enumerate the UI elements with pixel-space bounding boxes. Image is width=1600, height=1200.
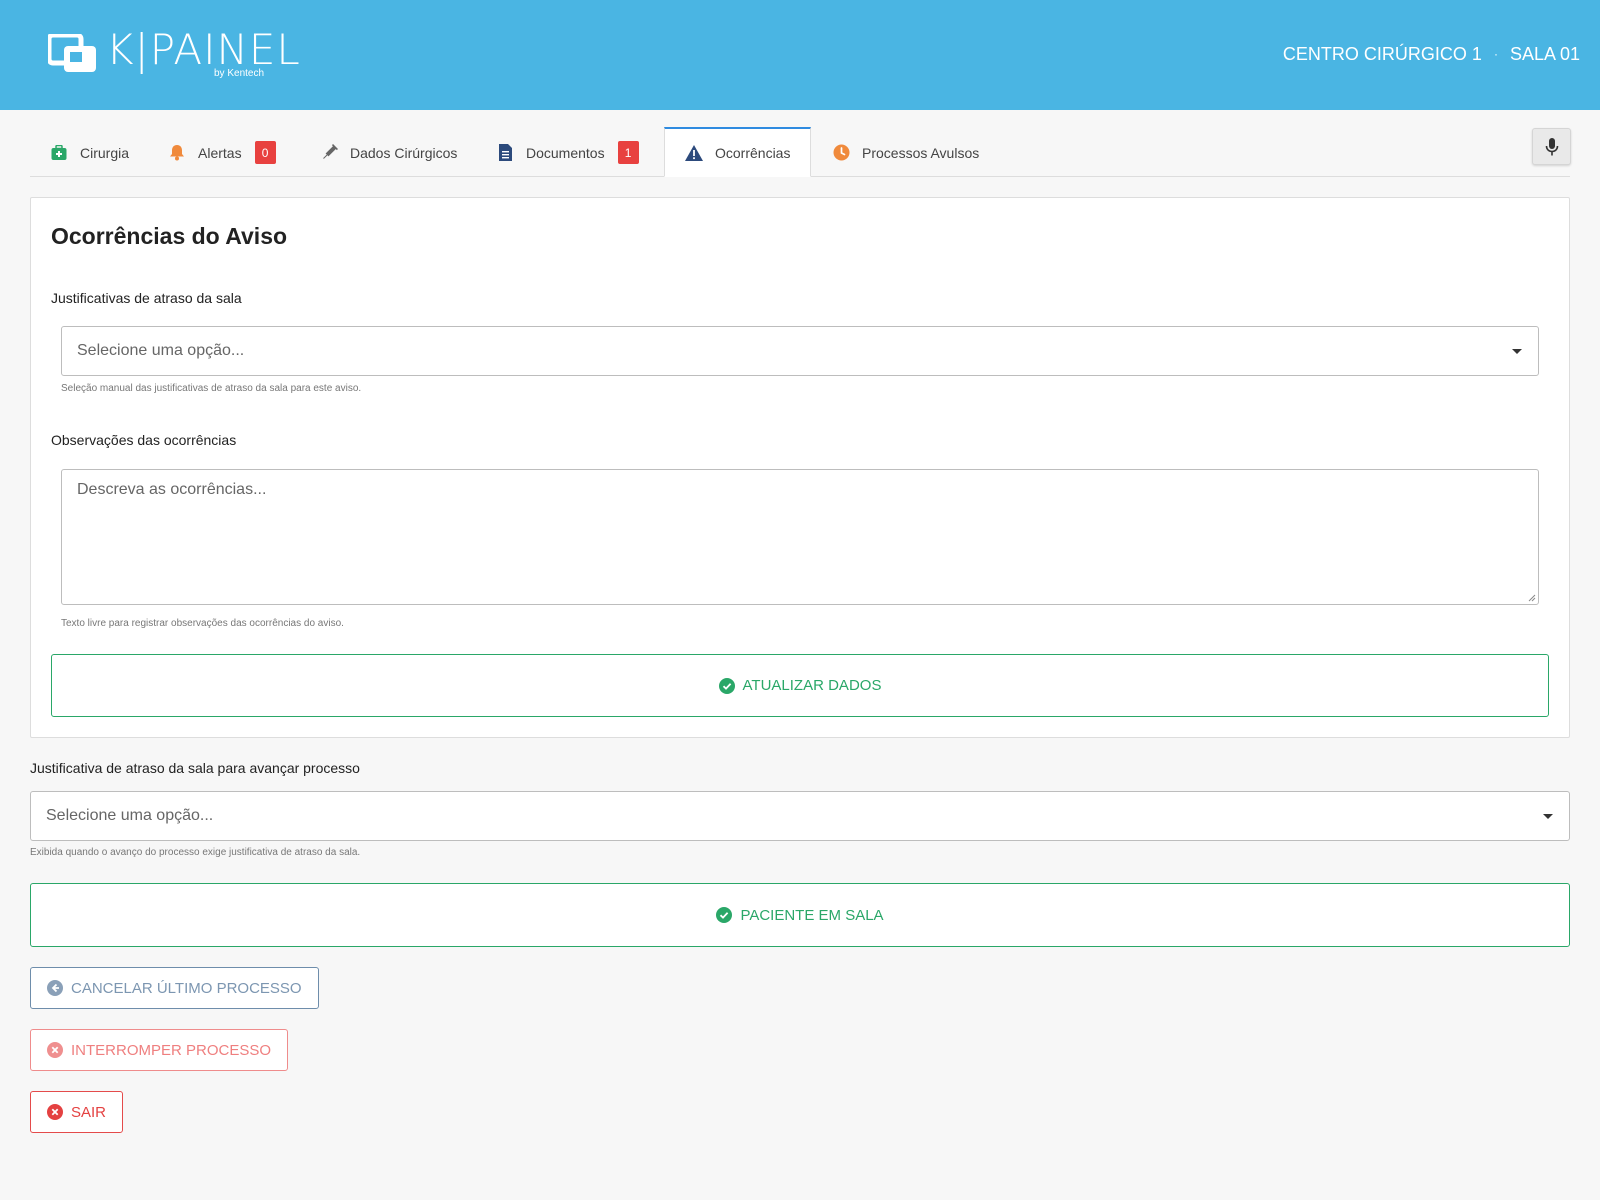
tab-label: Cirurgia	[80, 144, 130, 161]
alert-count-badge: 0	[254, 141, 276, 164]
check-circle-icon	[718, 677, 735, 694]
warning-icon	[685, 144, 703, 162]
tab-label: Dados Cirúrgicos	[350, 144, 458, 161]
select-placeholder: Selecione uma opção...	[46, 807, 214, 824]
app-header: K|PAINEL by Kentech CENTRO CIRÚRGICO 1 ·…	[0, 0, 1600, 110]
advance-justification-select[interactable]: Selecione uma opção...	[30, 791, 1570, 841]
room-label: SALA 01	[1509, 44, 1580, 64]
location-separator: ·	[1493, 47, 1498, 61]
button-label: INTERROMPER PROCESSO	[71, 1041, 272, 1059]
page-title: Ocorrências do Aviso	[51, 223, 288, 249]
surgical-center-label: CENTRO CIRÚRGICO 1	[1282, 44, 1482, 64]
button-label: PACIENTE EM SALA	[740, 906, 884, 924]
resize-handle-icon[interactable]	[1528, 594, 1536, 602]
chevron-down-icon	[1512, 349, 1522, 354]
tab-dados-cirurgicos[interactable]: Dados Cirúrgicos	[320, 128, 457, 177]
tab-alertas[interactable]: Alertas 0	[168, 128, 276, 177]
advance-justification-help: Exibida quando o avanço do processo exig…	[30, 847, 361, 858]
select-placeholder: Selecione uma opção...	[77, 342, 245, 359]
tab-bar: Cirurgia Alertas 0 Dados Cirúrgicos Docu…	[30, 127, 1570, 177]
room-location: CENTRO CIRÚRGICO 1 · SALA 01	[1283, 43, 1580, 65]
button-label: ATUALIZAR DADOS	[742, 677, 882, 694]
arrow-left-circle-icon	[47, 980, 63, 996]
check-circle-icon	[716, 907, 733, 923]
delay-justification-select[interactable]: Selecione uma opção...	[61, 326, 1539, 376]
logo-text: K|PAINEL	[106, 25, 301, 74]
tab-ocorrencias[interactable]: Ocorrências	[664, 127, 812, 177]
chevron-down-icon	[1543, 814, 1553, 819]
tab-label: Ocorrências	[715, 144, 791, 161]
tab-label: Processos Avulsos	[862, 144, 980, 161]
exit-button[interactable]: SAIR	[30, 1091, 124, 1133]
tab-processos-avulsos[interactable]: Processos Avulsos	[832, 128, 979, 177]
textarea-placeholder: Descreva as ocorrências...	[77, 481, 267, 498]
document-icon	[496, 144, 514, 162]
microphone-icon	[1545, 137, 1558, 155]
button-label: SAIR	[71, 1103, 107, 1121]
button-label: CANCELAR ÚLTIMO PROCESSO	[71, 979, 302, 997]
occurrences-card: Ocorrências do Aviso Justificativas de a…	[30, 197, 1570, 738]
update-data-button[interactable]: ATUALIZAR DADOS	[51, 654, 1549, 717]
delay-justification-help: Seleção manual das justificativas de atr…	[61, 383, 362, 394]
tab-label: Alertas	[198, 144, 242, 161]
notes-label: Observações das ocorrências	[51, 432, 237, 448]
kpainel-logo: K|PAINEL by Kentech	[48, 26, 300, 86]
tab-documentos[interactable]: Documentos 1	[496, 128, 639, 177]
tab-label: Documentos	[526, 144, 605, 161]
tab-cirurgia[interactable]: Cirurgia	[50, 128, 129, 177]
notes-help: Texto livre para registrar observações d…	[61, 618, 344, 629]
x-circle-icon	[47, 1104, 63, 1120]
syringe-icon	[320, 144, 338, 162]
x-circle-icon	[47, 1042, 63, 1058]
clock-icon	[832, 144, 850, 162]
delay-justification-label: Justificativas de atraso da sala	[51, 290, 242, 306]
logo-subtitle: by Kentech	[214, 68, 265, 79]
bell-icon	[168, 144, 186, 162]
cancel-last-process-button[interactable]: CANCELAR ÚLTIMO PROCESSO	[30, 967, 319, 1009]
document-count-badge: 1	[617, 141, 639, 164]
voice-input-button[interactable]	[1532, 128, 1571, 165]
patient-in-room-button[interactable]: PACIENTE EM SALA	[30, 883, 1570, 947]
interrupt-process-button[interactable]: INTERROMPER PROCESSO	[30, 1029, 289, 1071]
notes-textarea[interactable]: Descreva as ocorrências...	[61, 469, 1539, 605]
advance-justification-label: Justificativa de atraso da sala para ava…	[30, 760, 360, 776]
logo-mark-icon	[48, 34, 96, 72]
medical-kit-icon	[50, 144, 68, 162]
